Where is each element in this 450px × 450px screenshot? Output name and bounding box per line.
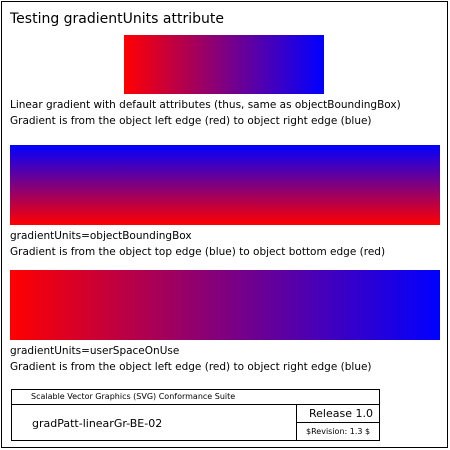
release-label: Release 1.0 <box>309 407 373 420</box>
caption-userspaceonuse-line-1: gradientUnits=userSpaceOnUse <box>10 345 180 357</box>
test-name: gradPatt-linearGr-BE-02 <box>32 417 163 430</box>
caption-objectboundingbox-line-1: gradientUnits=objectBoundingBox <box>10 230 192 242</box>
conformance-footer: Scalable Vector Graphics (SVG) Conforman… <box>11 389 380 441</box>
release-cell: Release 1.0 $Revision: 1.3 $ <box>296 404 379 440</box>
suite-name: Scalable Vector Graphics (SVG) Conforman… <box>31 392 236 401</box>
caption-default-line-2: Gradient is from the object left edge (r… <box>10 115 372 127</box>
page-title: Testing gradientUnits attribute <box>10 11 224 27</box>
gradient-swatch-objectboundingbox <box>10 145 440 225</box>
gradient-swatch-default <box>124 35 324 94</box>
caption-default: Linear gradient with default attributes … <box>10 97 401 129</box>
caption-objectboundingbox: gradientUnits=objectBoundingBox Gradient… <box>10 228 385 260</box>
gradient-swatch-userspaceonuse <box>10 270 440 340</box>
revision-label: $Revision: 1.3 $ <box>306 427 371 436</box>
caption-objectboundingbox-line-2: Gradient is from the object top edge (bl… <box>10 246 386 258</box>
release-divider <box>297 422 379 423</box>
caption-default-line-1: Linear gradient with default attributes … <box>10 99 401 111</box>
caption-userspaceonuse-line-2: Gradient is from the object left edge (r… <box>10 361 372 373</box>
caption-userspaceonuse: gradientUnits=userSpaceOnUse Gradient is… <box>10 343 372 375</box>
